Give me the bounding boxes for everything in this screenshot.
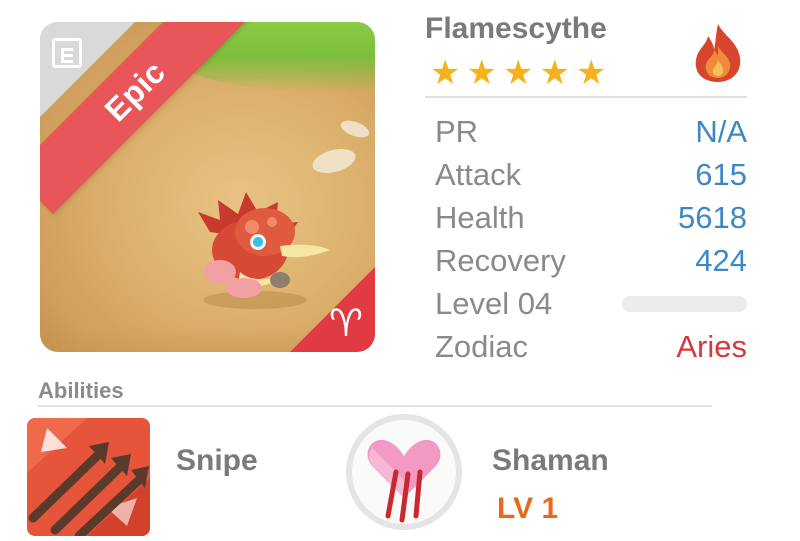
stat-row-recovery: Recovery 424 (435, 239, 747, 282)
monster-portrait[interactable]: Epic ♈ (40, 22, 375, 352)
stat-label: Health (435, 199, 525, 235)
star-icon: ★ (430, 53, 461, 93)
stat-row-zodiac: Zodiac Aries (435, 325, 747, 368)
card-icon (52, 38, 82, 68)
star-icon: ★ (502, 53, 534, 93)
stat-value: 424 (695, 242, 747, 278)
arrows-icon[interactable] (27, 418, 150, 536)
fire-icon (695, 24, 741, 82)
level-label: Level 04 (435, 285, 553, 321)
star-icon: ★ (466, 53, 497, 93)
stat-row-health: Health 5618 (435, 196, 747, 239)
divider (38, 405, 712, 407)
ability-name-shaman: Shaman (492, 444, 609, 477)
stat-value: 5618 (678, 199, 747, 235)
aries-icon: ♈ (328, 301, 363, 345)
zodiac-value: Aries (676, 328, 747, 364)
star-icon: ★ (575, 53, 607, 93)
bone-decoration (338, 117, 372, 141)
level-progress-bar (622, 295, 747, 312)
star-rating: ★ ★ ★ ★ ★ (430, 53, 607, 93)
star-icon: ★ (539, 53, 570, 93)
stat-label: Recovery (435, 242, 566, 278)
zodiac-label: Zodiac (435, 328, 529, 364)
heart-claw-icon[interactable] (346, 414, 462, 530)
monster-name: Flamescythe (425, 12, 607, 45)
stat-row-level: Level 04 (435, 282, 747, 325)
stat-label: Attack (435, 156, 522, 192)
ability-level: LV 1 (497, 492, 559, 525)
abilities-heading: Abilities (38, 378, 124, 403)
ability-name-snipe: Snipe (176, 444, 258, 477)
stat-value: 615 (695, 156, 747, 192)
divider (425, 96, 747, 98)
stat-value: N/A (695, 113, 747, 149)
stat-row-pr: PR N/A (435, 110, 747, 153)
stats-panel: PR N/A Attack 615 Health 5618 Recovery 4… (435, 110, 747, 368)
stat-row-attack: Attack 615 (435, 153, 747, 196)
stat-label: PR (435, 113, 479, 149)
